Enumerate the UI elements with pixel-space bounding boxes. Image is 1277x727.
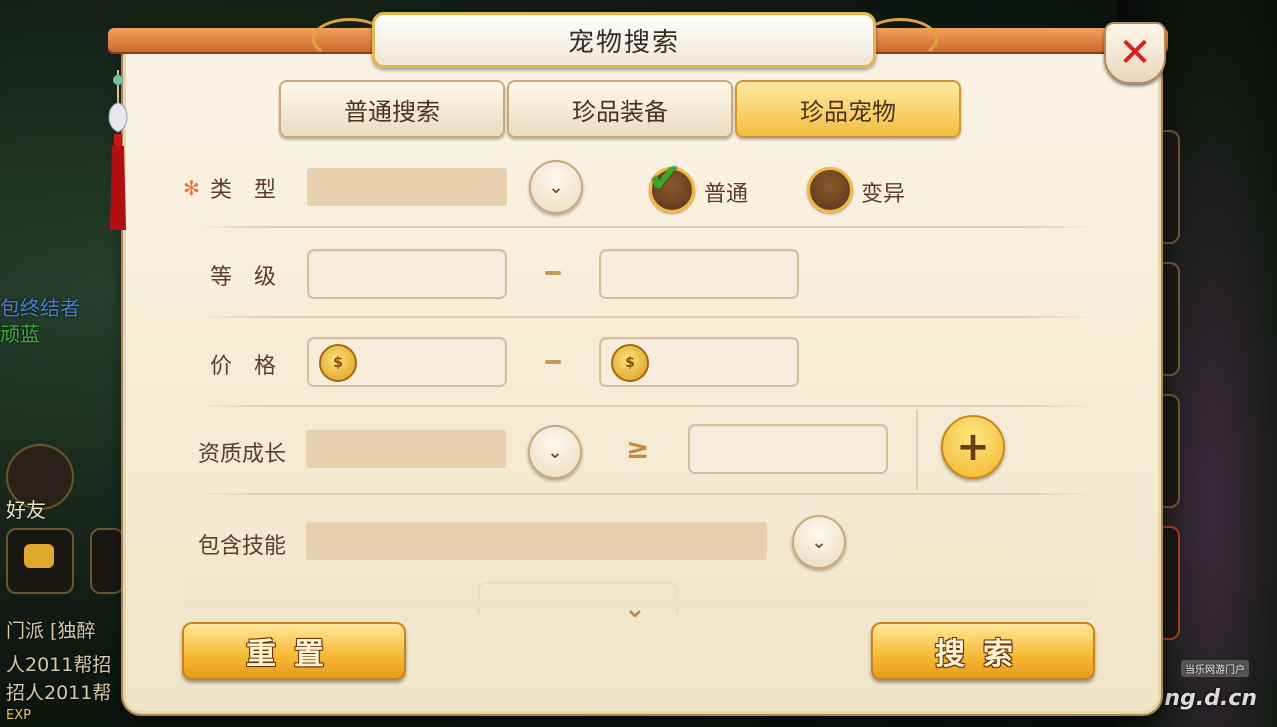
type-select[interactable] — [307, 168, 507, 206]
normal-option-label: 普通 — [704, 182, 749, 207]
chevron-down-icon: ⌄ — [547, 441, 563, 463]
greater-equal-sign: ≥ — [626, 432, 650, 465]
row-divider — [195, 316, 1095, 318]
level-range-dash — [545, 271, 561, 275]
chat-line: 人2011帮招 — [6, 654, 112, 676]
tab-rare-equipment[interactable]: 珍品装备 — [507, 80, 733, 138]
side-menu-button[interactable] — [90, 528, 124, 594]
price-label: 价 格 — [210, 354, 277, 379]
scroll-more-chevron-icon[interactable]: ⌄ — [624, 594, 646, 624]
normal-radio[interactable]: ✔ — [648, 156, 695, 213]
check-icon: ✔ — [648, 156, 682, 202]
type-dropdown-button[interactable]: ⌄ — [529, 160, 583, 214]
type-label: 类 型 — [210, 178, 277, 203]
vertical-divider — [916, 410, 918, 490]
tab-rare-pet[interactable]: 珍品宠物 — [735, 80, 961, 138]
chat-button[interactable] — [6, 528, 74, 594]
price-min-input[interactable]: $ — [307, 337, 507, 387]
close-icon: ✕ — [1118, 30, 1152, 76]
skills-select[interactable] — [306, 522, 767, 560]
growth-dropdown-button[interactable]: ⌄ — [528, 425, 582, 479]
required-asterisk-icon: ✻ — [183, 176, 200, 200]
growth-threshold-input[interactable] — [688, 424, 888, 474]
skills-dropdown-button[interactable]: ⌄ — [792, 515, 846, 569]
chevron-down-icon: ⌄ — [811, 531, 827, 553]
level-min-input[interactable] — [307, 249, 507, 299]
exp-label: EXP — [6, 708, 31, 723]
chat-line: 门派 [独醉 — [6, 620, 96, 642]
watermark: 当乐网游门户 ng.d.cn — [1164, 660, 1257, 711]
tab-normal-search[interactable]: 普通搜索 — [279, 80, 505, 138]
bg-player-name: 包终结者 — [0, 296, 80, 320]
mutant-radio[interactable] — [807, 167, 853, 213]
reset-button[interactable]: 重置 — [182, 622, 406, 680]
plus-icon: + — [956, 424, 990, 470]
watermark-site: ng.d.cn — [1164, 686, 1257, 711]
level-max-input[interactable] — [599, 249, 799, 299]
price-range-dash — [545, 360, 561, 364]
tassel-pendant-icon — [108, 70, 128, 230]
watermark-tag: 当乐网游门户 — [1181, 660, 1249, 677]
row-divider — [195, 226, 1095, 228]
search-button[interactable]: 搜索 — [871, 622, 1095, 680]
bg-player-title: 顽蓝 — [0, 322, 40, 346]
chat-bubble-icon — [24, 544, 54, 568]
growth-label: 资质成长 — [198, 442, 287, 467]
coin-icon: $ — [611, 344, 649, 382]
chevron-down-icon: ⌄ — [548, 176, 564, 198]
row-divider — [195, 405, 1095, 407]
price-max-input[interactable]: $ — [599, 337, 799, 387]
close-button[interactable]: ✕ — [1104, 22, 1166, 84]
growth-select[interactable] — [306, 430, 506, 468]
mutant-option-label: 变异 — [861, 182, 906, 207]
coin-icon: $ — [319, 344, 357, 382]
chat-line: 招人2011帮 — [6, 682, 112, 704]
dialog-title: 宠物搜索 — [372, 12, 876, 68]
row-divider — [195, 493, 1095, 495]
level-label: 等 级 — [210, 265, 277, 290]
friends-label: 好友 — [6, 498, 46, 522]
add-condition-button[interactable]: + — [941, 415, 1005, 479]
skills-label: 包含技能 — [198, 534, 287, 559]
